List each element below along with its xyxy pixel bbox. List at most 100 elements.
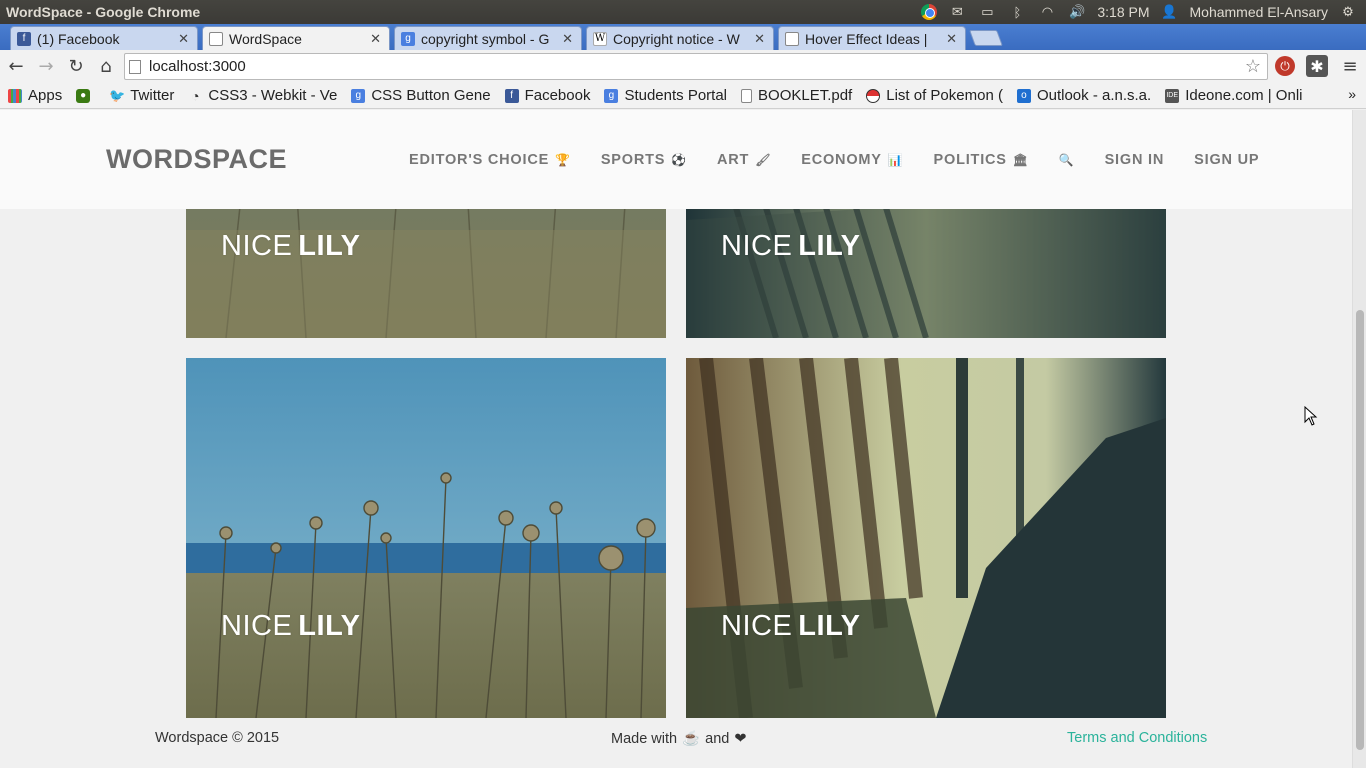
nav-label: SIGN IN	[1104, 152, 1165, 168]
home-icon[interactable]: ⌂	[92, 53, 120, 81]
page-icon	[741, 88, 753, 103]
nav-label: ART	[716, 152, 750, 168]
nav-label: EDITOR'S CHOICE	[409, 152, 550, 168]
facebook-icon: f	[504, 88, 519, 103]
bookmark-booklet[interactable]: BOOKLET.pdf	[741, 87, 852, 104]
bookmarks-bar: Apps ● 🐦 Twitter ◔ CSS3 - Webkit - Ve g …	[0, 83, 1366, 109]
article-card[interactable]: NICE LILY	[186, 358, 666, 718]
nav-art[interactable]: ART 🖌	[717, 152, 771, 168]
article-card[interactable]: NICE LILY	[686, 358, 1166, 718]
trophy-icon: 🏆	[555, 153, 571, 167]
nav-politics[interactable]: POLITICS 🏛	[934, 152, 1029, 168]
search-icon: 🔍	[1058, 153, 1075, 167]
bookmark-css3[interactable]: ◔ CSS3 - Webkit - Ve	[188, 87, 337, 104]
tab-copyright-notice[interactable]: W Copyright notice - W ✕	[586, 26, 774, 50]
forward-arrow-icon[interactable]: →	[32, 53, 60, 81]
close-icon[interactable]: ✕	[946, 31, 957, 47]
bookmark-outlook[interactable]: o Outlook - a.n.s.a.	[1016, 87, 1152, 104]
google-icon: g	[604, 88, 619, 103]
bookmark-green-ext[interactable]: ●	[76, 88, 96, 103]
main-nav: EDITOR'S CHOICE 🏆 SPORTS ⚽ ART 🖌 ECONOMY…	[409, 152, 1259, 168]
page-scrollbar[interactable]	[1352, 110, 1366, 768]
bookmark-students-portal[interactable]: g Students Portal	[604, 87, 727, 104]
page-icon	[785, 31, 799, 46]
card-image	[186, 358, 666, 718]
bookmark-label: BOOKLET.pdf	[758, 87, 853, 104]
bookmark-label: Outlook - a.n.s.a.	[1036, 87, 1152, 104]
tab-label: WordSpace	[229, 31, 302, 47]
new-tab-button[interactable]	[969, 30, 1003, 46]
back-arrow-icon[interactable]: ←	[2, 53, 30, 81]
nav-sign-in[interactable]: SIGN IN	[1105, 152, 1165, 168]
card-title-bold: LILY	[798, 610, 861, 642]
bookmark-label: Twitter	[130, 87, 175, 104]
heart-icon: ❤	[734, 730, 747, 747]
coffee-icon: ☕	[682, 731, 701, 747]
bookmark-label: CSS3 - Webkit - Ve	[208, 87, 338, 104]
bookmark-twitter[interactable]: 🐦 Twitter	[109, 87, 175, 104]
page-icon	[129, 59, 141, 74]
site-footer: Wordspace © 2015 Made with ☕ and ❤ Terms…	[0, 720, 1352, 760]
terms-link[interactable]: Terms and Conditions	[1067, 730, 1207, 746]
nav-economy[interactable]: ECONOMY 📊	[801, 152, 903, 168]
close-icon[interactable]: ✕	[754, 31, 765, 47]
card-title-light: NICE	[721, 610, 793, 642]
chrome-icon[interactable]	[921, 4, 938, 20]
star-icon[interactable]: ☆	[1245, 56, 1261, 77]
reload-icon[interactable]: ↻	[62, 53, 90, 81]
nav-search[interactable]: 🔍	[1059, 152, 1075, 168]
green-ext-icon: ●	[76, 88, 91, 103]
bookmark-pokemon[interactable]: List of Pokemon (	[866, 87, 1003, 104]
tab-label: Hover Effect Ideas |	[805, 30, 928, 47]
tab-label: Copyright notice - W	[613, 30, 740, 47]
google-icon: g	[351, 88, 366, 103]
css3-icon: ◔	[191, 87, 200, 104]
menu-icon[interactable]: ≡	[1339, 55, 1361, 77]
clock[interactable]: 3:18 PM	[1097, 4, 1149, 20]
close-icon[interactable]: ✕	[178, 31, 189, 47]
tab-strip: f (1) Facebook ✕ WordSpace ✕ g copyright…	[0, 24, 1366, 51]
apps-icon	[8, 88, 22, 103]
browser-toolbar: ← → ↻ ⌂ localhost:3000 ☆ ⏻ ✱ ≡	[0, 50, 1366, 83]
bookmark-label: Facebook	[524, 87, 591, 104]
volume-icon[interactable]: 🔊	[1067, 4, 1087, 20]
card-title: NICE LILY	[221, 230, 360, 263]
bluetooth-icon[interactable]: ᛒ	[1007, 4, 1027, 20]
user-name[interactable]: Mohammed El-Ansary	[1190, 4, 1329, 20]
tab-hover-effects[interactable]: Hover Effect Ideas | ✕	[778, 26, 966, 50]
tab-wordspace[interactable]: WordSpace ✕	[202, 26, 390, 51]
settings-gear-icon[interactable]: ⚙	[1338, 4, 1358, 20]
bookmark-facebook[interactable]: f Facebook	[504, 87, 591, 104]
site-logo[interactable]: WORDSPACE	[106, 144, 287, 175]
card-title-bold: LILY	[798, 230, 861, 262]
institution-icon: 🏛	[1012, 153, 1029, 167]
tab-facebook[interactable]: f (1) Facebook ✕	[10, 26, 198, 50]
nav-sports[interactable]: SPORTS ⚽	[601, 152, 687, 168]
address-bar[interactable]: localhost:3000 ☆	[124, 53, 1268, 80]
battery-icon[interactable]: ▭	[977, 4, 997, 20]
more-bookmarks-icon[interactable]: »	[1348, 86, 1356, 102]
tab-copyright-symbol[interactable]: g copyright symbol - G ✕	[394, 26, 582, 50]
nav-sign-up[interactable]: SIGN UP	[1194, 152, 1259, 168]
mouse-cursor-icon	[1304, 406, 1318, 426]
soccer-ball-icon: ⚽	[671, 153, 687, 167]
page-viewport: NICE LILY NICE LILY NICE LILY NICE LILY …	[0, 110, 1352, 768]
mail-icon[interactable]: ✉	[947, 4, 967, 20]
puzzle-extension-icon[interactable]: ✱	[1306, 55, 1328, 77]
power-extension-icon[interactable]: ⏻	[1275, 56, 1295, 76]
card-title-light: NICE	[221, 230, 293, 262]
bookmark-apps[interactable]: Apps	[8, 87, 62, 104]
card-title-bold: LILY	[298, 610, 361, 642]
close-icon[interactable]: ✕	[370, 31, 381, 47]
bookmark-css-button[interactable]: g CSS Button Gene	[351, 87, 491, 104]
wifi-icon[interactable]: ◠	[1037, 4, 1057, 20]
bookmark-ideone[interactable]: IDE Ideone.com | Onli	[1165, 87, 1302, 104]
close-icon[interactable]: ✕	[562, 31, 573, 47]
bookmark-label: Apps	[28, 87, 63, 104]
url-text: localhost:3000	[149, 58, 246, 75]
nav-editors-choice[interactable]: EDITOR'S CHOICE 🏆	[409, 152, 571, 168]
card-title-bold: LILY	[298, 230, 361, 262]
bar-chart-icon: 📊	[887, 153, 904, 167]
nav-label: SPORTS	[600, 152, 666, 168]
scrollbar-thumb[interactable]	[1356, 310, 1364, 750]
